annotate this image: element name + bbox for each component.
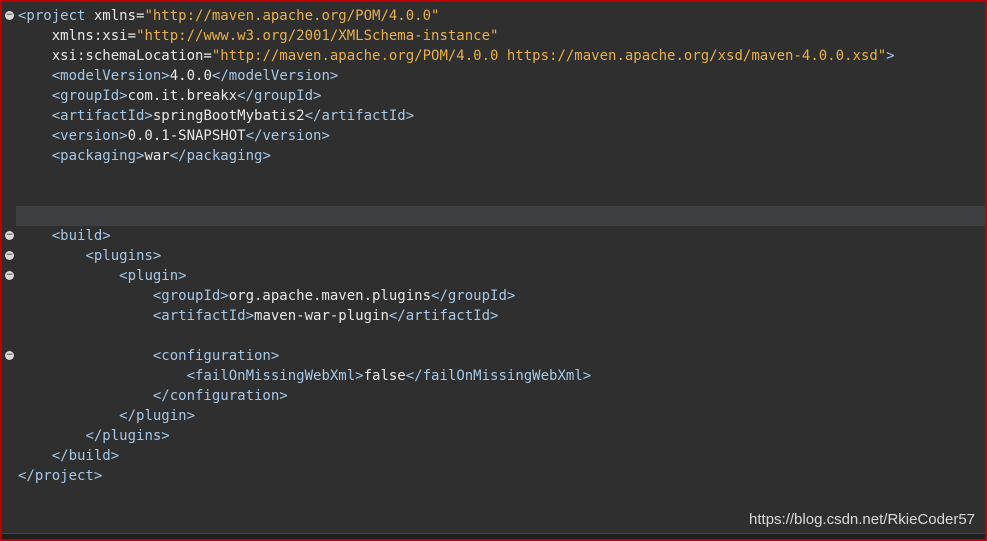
tag-open: </configuration>	[152, 388, 288, 404]
code-line[interactable]: <artifactId>maven-war-plugin</artifactId…	[18, 306, 985, 326]
element-text: 0.0.1-SNAPSHOT	[127, 128, 246, 144]
code-line[interactable]: − <plugin>	[5, 266, 985, 286]
code-line[interactable]: − <plugins>	[5, 246, 985, 266]
code-line[interactable]: <failOnMissingWebXml>false</failOnMissin…	[18, 366, 985, 386]
attribute-name: xmlns=	[93, 8, 145, 24]
attribute-value: "http://maven.apache.org/POM/4.0.0 https…	[211, 48, 887, 64]
tag-open: <build>	[51, 228, 111, 244]
tag-open: <groupId>	[51, 88, 128, 104]
tag-end: </groupId>	[237, 88, 322, 104]
tag-open: <plugins>	[85, 248, 162, 264]
tag-open: <packaging>	[51, 148, 145, 164]
tag-open: </plugin>	[119, 408, 196, 424]
code-line[interactable]: </plugins>	[18, 426, 985, 446]
xml-editor[interactable]: − <project xmlns="http://maven.apache.org…	[0, 0, 987, 541]
tag-open: <configuration>	[152, 348, 280, 364]
tag-end: </version>	[245, 128, 330, 144]
code-line[interactable]	[18, 186, 985, 206]
element-text: com.it.breakx	[127, 88, 238, 104]
code-line[interactable]: xmlns:xsi="http://www.w3.org/2001/XMLSch…	[18, 26, 985, 46]
tag-end: </modelVersion>	[211, 68, 339, 84]
code-line[interactable]: </configuration>	[18, 386, 985, 406]
tag-open: <groupId>	[152, 288, 229, 304]
fold-collapse-icon[interactable]: −	[5, 351, 14, 360]
tag-end: </packaging>	[169, 148, 271, 164]
code-line[interactable]: − <project xmlns="http://maven.apache.org…	[5, 6, 985, 26]
code-line[interactable]: <packaging>war</packaging>	[18, 146, 985, 166]
tag-open: <plugin>	[119, 268, 187, 284]
attribute-name: xmlns:xsi=	[51, 28, 137, 44]
tag-close: >	[886, 48, 895, 64]
watermark: https://blog.csdn.net/RkieCoder57	[749, 511, 975, 528]
code-line[interactable]: <groupId>com.it.breakx</groupId>	[18, 86, 985, 106]
tag-open: <project	[18, 8, 94, 24]
attribute-value: "http://www.w3.org/2001/XMLSchema-instan…	[136, 28, 499, 44]
tag-open: </plugins>	[85, 428, 170, 444]
fold-collapse-icon[interactable]: −	[5, 251, 14, 260]
element-text: war	[144, 148, 170, 164]
element-text: false	[363, 368, 406, 384]
attribute-value: "http://maven.apache.org/POM/4.0.0"	[144, 8, 440, 24]
tag-open: <artifactId>	[51, 108, 153, 124]
code-line[interactable]	[18, 166, 985, 186]
tag-end: </failOnMissingWebXml>	[405, 368, 592, 384]
code-line[interactable]	[18, 326, 985, 346]
element-text: 4.0.0	[169, 68, 212, 84]
tag-open: <failOnMissingWebXml>	[186, 368, 364, 384]
tag-open: <artifactId>	[152, 308, 255, 324]
tag-open: </build>	[51, 448, 120, 464]
tag-end: </artifactId>	[388, 308, 499, 324]
code-line[interactable]: </build>	[18, 446, 985, 466]
code-line-current[interactable]	[16, 206, 985, 226]
code-line[interactable]: xsi:schemaLocation="http://maven.apache.…	[18, 46, 985, 66]
code-line[interactable]: </project>	[18, 466, 985, 486]
fold-collapse-icon[interactable]: −	[5, 11, 14, 20]
code-line[interactable]: <version>0.0.1-SNAPSHOT</version>	[18, 126, 985, 146]
element-text: maven-war-plugin	[254, 308, 389, 324]
attribute-name: xsi:schemaLocation=	[51, 48, 212, 64]
code-line[interactable]: <groupId>org.apache.maven.plugins</group…	[18, 286, 985, 306]
tag-end: </groupId>	[431, 288, 516, 304]
code-line[interactable]: <modelVersion>4.0.0</modelVersion>	[18, 66, 985, 86]
fold-collapse-icon[interactable]: −	[5, 271, 14, 280]
code-line[interactable]: − <configuration>	[5, 346, 985, 366]
code-line[interactable]: <artifactId>springBootMybatis2</artifact…	[18, 106, 985, 126]
code-line[interactable]: </plugin>	[18, 406, 985, 426]
element-text: org.apache.maven.plugins	[228, 288, 432, 304]
tag-open: </project>	[18, 468, 103, 484]
code-line[interactable]: − <build>	[5, 226, 985, 246]
code-area[interactable]: − <project xmlns="http://maven.apache.org…	[5, 6, 985, 486]
bottom-strip	[2, 533, 985, 539]
tag-end: </artifactId>	[304, 108, 415, 124]
element-text: springBootMybatis2	[152, 108, 305, 124]
tag-open: <version>	[51, 128, 128, 144]
tag-open: <modelVersion>	[51, 68, 170, 84]
fold-collapse-icon[interactable]: −	[5, 231, 14, 240]
